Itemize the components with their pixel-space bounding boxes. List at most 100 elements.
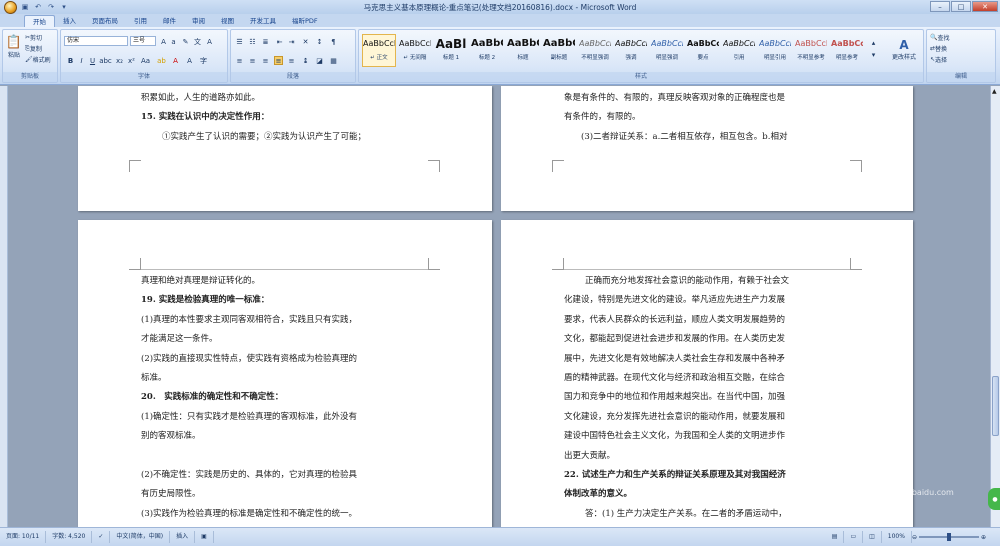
highlight-icon[interactable]: ab: [157, 56, 166, 65]
tab-page-layout[interactable]: 页面布局: [84, 15, 126, 27]
floating-badge[interactable]: ●: [988, 488, 1000, 510]
justify-icon[interactable]: ≡: [274, 56, 283, 65]
numbering-icon[interactable]: ☷: [248, 37, 257, 46]
copy-button[interactable]: ⎘ 复制: [25, 44, 42, 54]
style-intense-emphasis[interactable]: AaBbCcDd明显强调: [650, 34, 684, 67]
view-web-icon[interactable]: ◫: [863, 531, 882, 543]
tab-foxit-pdf[interactable]: 福昕PDF: [284, 15, 326, 27]
shrink-font-icon[interactable]: a: [169, 37, 178, 46]
style-heading-2[interactable]: AaBbC标题 2: [470, 34, 504, 67]
maximize-button[interactable]: □: [951, 1, 971, 12]
style-heading-1[interactable]: AaBl 标题 1: [434, 34, 468, 67]
format-painter-button[interactable]: 🖌 格式刷: [25, 55, 51, 64]
replace-button[interactable]: ⇄ 替换: [930, 44, 947, 53]
font-color-icon[interactable]: A: [171, 56, 180, 65]
proofing-icon[interactable]: ✓: [92, 531, 111, 543]
distributed-icon[interactable]: ≡: [287, 56, 296, 65]
find-button[interactable]: 🔍 查找: [930, 33, 950, 42]
word-count[interactable]: 字数: 4,520: [46, 531, 93, 543]
vertical-scrollbar[interactable]: ▲: [990, 86, 1000, 527]
shading-icon[interactable]: ◪: [315, 56, 324, 65]
style-no-spacing[interactable]: AaBbCcDc↵ 无间隔: [398, 34, 432, 67]
styles-scroll-down-icon[interactable]: ▾: [869, 50, 878, 59]
style-emphasis[interactable]: AaBbCcDd强调: [614, 34, 648, 67]
language-indicator[interactable]: 中文(简体，中国): [110, 531, 171, 543]
document-area[interactable]: 积累如此，人生的道路亦如此。 15. 实践在认识中的决定性作用： ①实践产生了认…: [8, 86, 990, 527]
clear-format-icon[interactable]: ✎: [181, 37, 190, 46]
font-size-select[interactable]: 三号: [130, 36, 156, 46]
style-intense-quote[interactable]: AaBbCcDd明显引用: [758, 34, 792, 67]
superscript-icon[interactable]: x²: [127, 56, 136, 65]
style-title[interactable]: AaBbC标题: [506, 34, 540, 67]
char-border-icon[interactable]: A: [205, 37, 214, 46]
show-marks-icon[interactable]: ¶: [329, 37, 338, 46]
style-subtle-reference[interactable]: AaBbCcDd不明显参考: [794, 34, 828, 67]
bold-icon[interactable]: B: [66, 56, 75, 65]
scroll-up-icon[interactable]: ▲: [992, 88, 997, 95]
align-center-icon[interactable]: ≡: [248, 56, 257, 65]
font-name-select[interactable]: 仿宋: [64, 36, 128, 46]
zoom-slider[interactable]: ⊖ ⊕: [912, 533, 1000, 541]
underline-icon[interactable]: U: [88, 56, 97, 65]
scrollbar-thumb[interactable]: [992, 376, 999, 436]
zoom-slider-thumb[interactable]: [946, 533, 951, 541]
style-intense-reference[interactable]: AaBbCcDd明显参考: [830, 34, 864, 67]
minimize-button[interactable]: –: [930, 1, 950, 12]
sort-icon[interactable]: ↕: [315, 37, 324, 46]
text-line: ①实践产生了认识的需要；②实践为认识产生了可能；: [162, 132, 367, 142]
select-button[interactable]: ↖ 选择: [930, 55, 947, 64]
styles-scroll-up-icon[interactable]: ▴: [869, 38, 878, 47]
tab-developer[interactable]: 开发工具: [242, 15, 284, 27]
view-fullscreen-icon[interactable]: ▭: [844, 531, 864, 543]
margin-mark: [552, 160, 564, 172]
text-line: (1)确定性：只有实践才是检验真理的客观标准，此外没有: [141, 412, 358, 422]
bullets-icon[interactable]: ☰: [235, 37, 244, 46]
enclose-char-icon[interactable]: 字: [199, 56, 208, 65]
chinese-layout-icon[interactable]: ✕: [301, 37, 310, 46]
borders-icon[interactable]: ▦: [329, 56, 338, 65]
increase-indent-icon[interactable]: ⇥: [287, 37, 296, 46]
text-line: (3)实践作为检验真理的标准是确定性和不确定性的统一。: [141, 509, 358, 519]
close-button[interactable]: ✕: [972, 1, 998, 12]
style-quote[interactable]: AaBbCcDd引用: [722, 34, 756, 67]
binoculars-icon: 🔍: [930, 34, 938, 41]
zoom-level[interactable]: 100%: [882, 531, 912, 543]
header-line: [141, 269, 428, 270]
vertical-ruler[interactable]: [0, 86, 8, 527]
char-shading-icon[interactable]: A: [185, 56, 194, 65]
macro-record-icon[interactable]: ▣: [195, 531, 214, 543]
phonetic-guide-icon[interactable]: 文: [193, 37, 202, 46]
tab-references[interactable]: 引用: [126, 15, 155, 27]
italic-icon[interactable]: I: [77, 56, 86, 65]
cut-button[interactable]: ✂ 剪切: [25, 33, 42, 42]
align-left-icon[interactable]: ≡: [235, 56, 244, 65]
style-normal[interactable]: AaBbCcDc↵ 正文: [362, 34, 396, 67]
page-1[interactable]: 积累如此，人生的道路亦如此。 15. 实践在认识中的决定性作用： ①实践产生了认…: [78, 86, 492, 211]
zoom-in-icon[interactable]: ⊕: [981, 534, 986, 541]
page-3[interactable]: 真理和绝对真理是辩证转化的。 19. 实践是检验真理的唯一标准： (1)真理的本…: [78, 220, 492, 527]
page-2[interactable]: 象是有条件的、有限的，真理反映客观对象的正确程度也是 有条件的，有限的。 (3)…: [501, 86, 913, 211]
paste-button[interactable]: 📋 粘贴: [5, 32, 23, 62]
align-right-icon[interactable]: ≡: [261, 56, 270, 65]
tab-view[interactable]: 视图: [213, 15, 242, 27]
group-label: 编辑: [927, 72, 995, 82]
style-subtle-emphasis[interactable]: AaBbCcDd不明显强调: [578, 34, 612, 67]
line-spacing-icon[interactable]: ↨: [301, 56, 310, 65]
tab-review[interactable]: 审阅: [184, 15, 213, 27]
style-subtitle[interactable]: AaBbC副标题: [542, 34, 576, 67]
grow-font-icon[interactable]: A: [159, 37, 168, 46]
decrease-indent-icon[interactable]: ⇤: [275, 37, 284, 46]
insert-mode[interactable]: 插入: [170, 531, 196, 543]
view-print-layout-icon[interactable]: ▤: [826, 531, 845, 543]
subscript-icon[interactable]: x₂: [115, 56, 124, 65]
tab-insert[interactable]: 插入: [55, 15, 84, 27]
zoom-out-icon[interactable]: ⊖: [912, 534, 917, 541]
page-count[interactable]: 页面: 10/11: [0, 531, 47, 543]
change-case-icon[interactable]: Aa: [141, 56, 150, 65]
tab-mailings[interactable]: 邮件: [155, 15, 184, 27]
multilevel-list-icon[interactable]: ≣: [261, 37, 270, 46]
strikethrough-icon[interactable]: abc: [99, 56, 112, 65]
change-styles-button[interactable]: A 更改样式: [887, 33, 921, 65]
tab-home[interactable]: 开始: [24, 15, 55, 27]
style-strong[interactable]: AaBbCcDd要点: [686, 34, 720, 67]
